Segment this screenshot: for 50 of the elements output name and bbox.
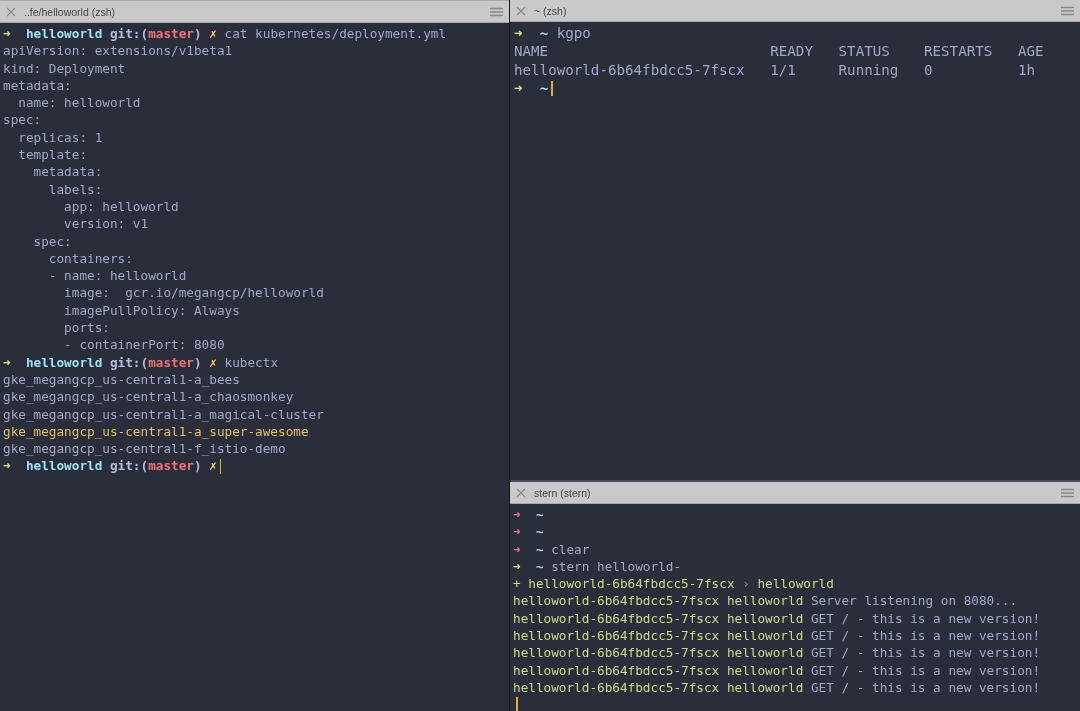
- terminal-line: ➜ ~ stern helloworld-: [513, 557, 682, 576]
- terminal-line: version: v1: [63, 215, 149, 233]
- terminal-line: metadata:: [32, 163, 103, 181]
- terminal-line: ➜ ~: [513, 523, 544, 541]
- close-icon[interactable]: [516, 487, 526, 498]
- terminal-line: ➜ ~: [513, 506, 544, 524]
- terminal-line: spec:: [3, 111, 42, 129]
- terminal-line: gke_megangcp_us-central1-a_super-awesome: [3, 422, 309, 441]
- terminal-line: template:: [17, 146, 88, 164]
- terminal-line: gke_megangcp_us-central1-a_chaosmonkey: [3, 388, 294, 406]
- terminal-line: name: helloworld: [17, 94, 141, 112]
- terminal-line: ➜ helloworld git:(master) ✗ cat kubernetes/deployment.yml: [3, 25, 447, 43]
- terminal-line: ports:: [63, 319, 110, 337]
- pane-title: ..fe/helloworld (zsh): [24, 5, 117, 18]
- pane-title: ~ (zsh): [534, 4, 568, 17]
- menu-icon[interactable]: [1061, 5, 1074, 16]
- terminal-line: helloworld-6b64fbdcc5-7fscx helloworld Server listening on 8080...: [513, 592, 1018, 610]
- terminal-line: gke_megangcp_us-central1-a_bees: [3, 370, 240, 389]
- terminal-line: metadata:: [3, 76, 72, 95]
- terminal-line: app: helloworld: [63, 197, 179, 216]
- terminal-line: helloworld-6b64fbdcc5-7fscx helloworld GET / - this is a new version!: [513, 644, 1041, 662]
- terminal-line: NAME READY STATUS RESTARTS AGE: [514, 42, 1044, 61]
- terminal-line: gke_megangcp_us-central1-a_magical-cluster: [3, 405, 324, 423]
- terminal-line: replicas: 1: [17, 128, 103, 147]
- terminal-line: helloworld-6b64fbdcc5-7fscx helloworld GET / - this is a new version!: [513, 627, 1041, 645]
- terminal-line: helloworld-6b64fbdcc5-7fscx 1/1 Running 0 1h: [514, 60, 1036, 79]
- menu-icon[interactable]: [490, 6, 503, 17]
- terminal-line: helloworld-6b64fbdcc5-7fscx helloworld GET / - this is a new version!: [513, 678, 1041, 697]
- terminal-line: ➜ helloworld git:(master) ✗: [3, 457, 217, 475]
- close-icon[interactable]: [516, 5, 526, 16]
- terminal-line: gke_megangcp_us-central1-f_istio-demo: [3, 440, 286, 458]
- terminal-line: ➜ ~: [514, 78, 549, 98]
- terminal-line: helloworld-6b64fbdcc5-7fscx helloworld GET / - this is a new version!: [513, 661, 1041, 679]
- terminal-line: - containerPort: 8080: [63, 336, 225, 354]
- terminal-line: ➜ helloworld git:(master) ✗ kubectx: [3, 353, 279, 371]
- pane-title: stern (stern): [534, 486, 592, 499]
- terminal-line: - name: helloworld: [47, 267, 187, 285]
- terminal-line: image: gcr.io/megangcp/helloworld: [63, 284, 324, 302]
- terminal-line: ➜ ~ clear: [513, 540, 590, 558]
- terminal-line: ➜ ~ kgpo: [514, 24, 591, 43]
- terminal-line: imagePullPolicy: Always: [63, 301, 240, 320]
- terminal-line: spec:: [32, 232, 72, 250]
- terminal-line: containers:: [47, 249, 133, 268]
- terminal-line: + helloworld-6b64fbdcc5-7fscx › helloworld: [513, 575, 834, 593]
- terminal-line: apiVersion: extensions/v1beta1: [3, 42, 233, 60]
- terminal-line: labels:: [47, 180, 103, 198]
- terminal-line: helloworld-6b64fbdcc5-7fscx helloworld GET / - this is a new version!: [513, 609, 1041, 628]
- close-icon[interactable]: [6, 6, 16, 17]
- terminal-line: kind: Deployment: [3, 59, 126, 77]
- menu-icon[interactable]: [1061, 487, 1074, 498]
